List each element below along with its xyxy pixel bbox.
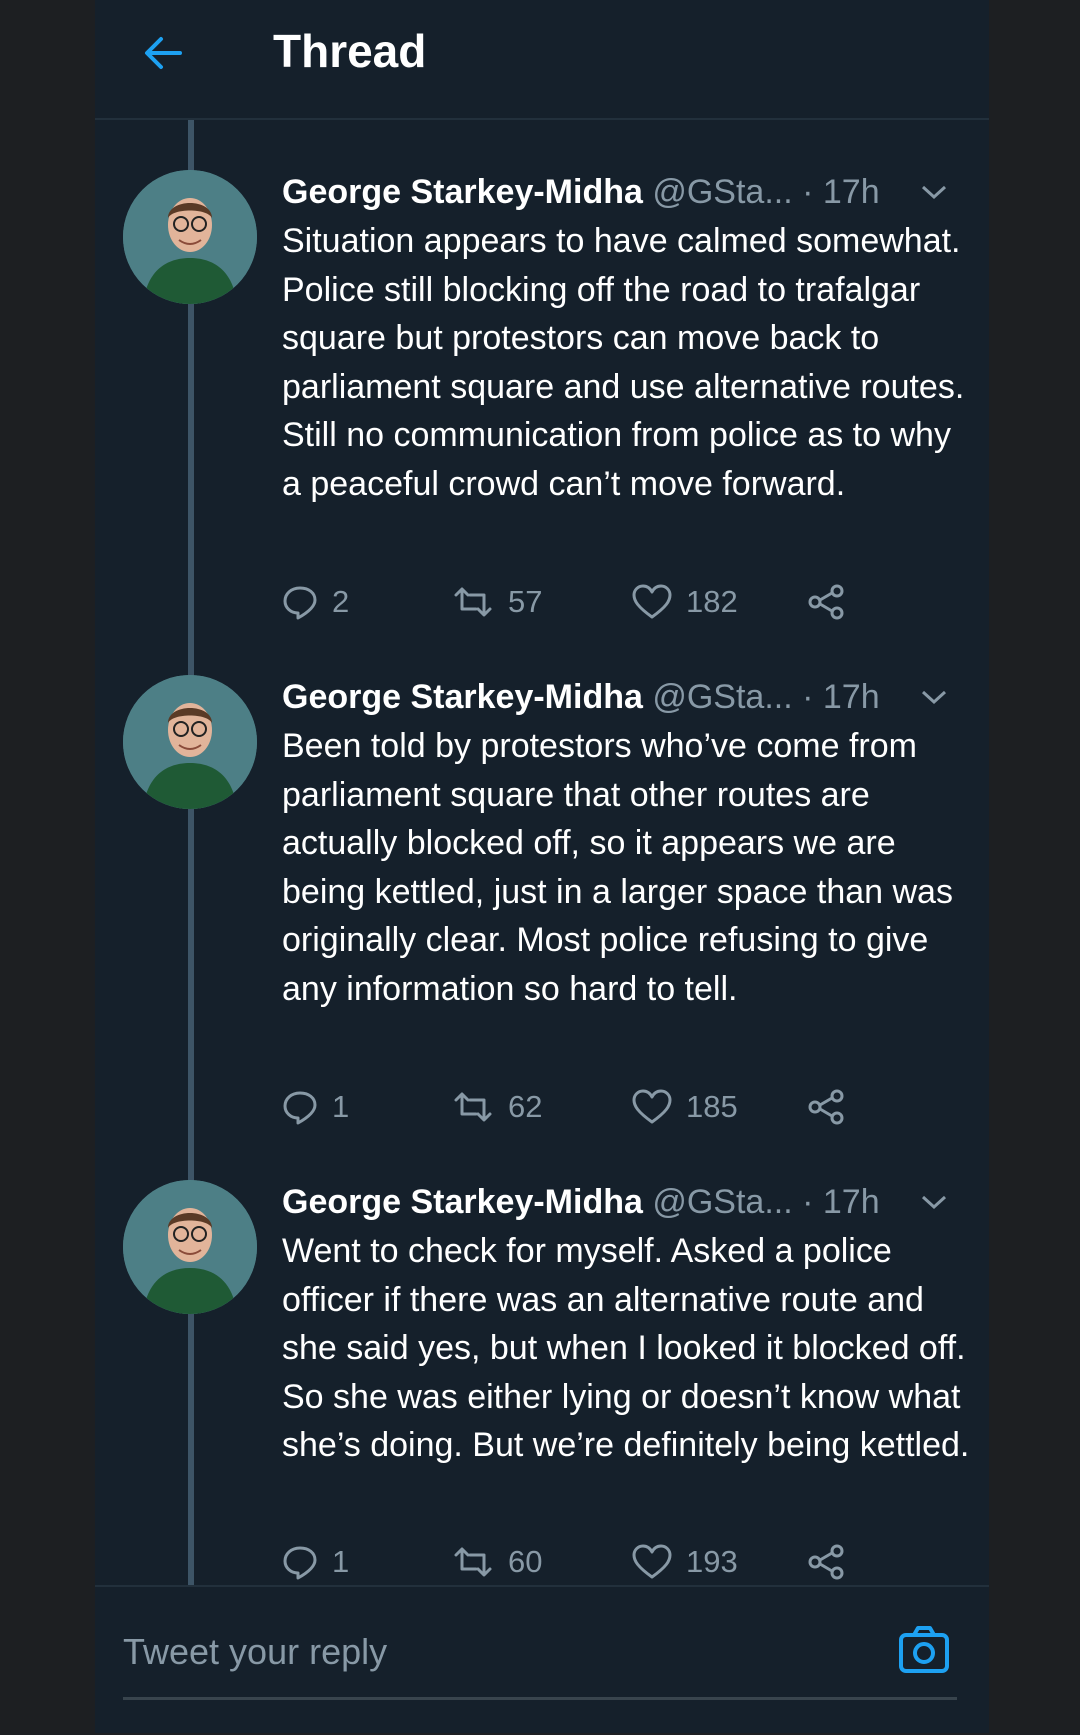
tweet-text: Went to check for myself. Asked a police… <box>282 1232 970 1464</box>
arrow-left-icon[interactable] <box>140 30 186 76</box>
camera-icon[interactable] <box>898 1623 950 1675</box>
share-button[interactable] <box>807 1538 847 1586</box>
page-title: Thread <box>273 25 427 77</box>
reply-icon <box>283 586 317 620</box>
tweet-header: George Starkey-Midha @GSta... · 17h <box>282 675 972 719</box>
tweet-actions: 1 62 185 <box>282 1083 972 1131</box>
share-icon <box>808 584 844 620</box>
reply-underline <box>123 1697 957 1700</box>
share-icon <box>808 1089 844 1125</box>
retweet-count: 57 <box>508 584 543 619</box>
retweet-button[interactable]: 62 <box>452 1083 542 1131</box>
author-handle-time: @GSta... · 17h <box>652 173 880 211</box>
author-name[interactable]: George Starkey-Midha <box>282 1183 643 1221</box>
reply-icon <box>283 1546 317 1580</box>
reply-count: 1 <box>332 1544 350 1579</box>
thread-screen: Thread George Starkey-Midha @GSta... · 1… <box>95 0 989 1733</box>
chevron-down-icon[interactable] <box>920 687 948 707</box>
reply-composer: Tweet your reply <box>95 1585 989 1735</box>
reply-button[interactable]: 1 <box>282 1538 349 1586</box>
author-name[interactable]: George Starkey-Midha <box>282 173 643 211</box>
share-icon <box>808 1544 844 1580</box>
retweet-count: 62 <box>508 1089 543 1124</box>
author-name[interactable]: George Starkey-Midha <box>282 678 643 716</box>
tweet-header: George Starkey-Midha @GSta... · 17h <box>282 170 972 214</box>
avatar[interactable] <box>123 1180 257 1314</box>
avatar[interactable] <box>123 675 257 809</box>
author-handle-time: @GSta... · 17h <box>652 1183 880 1221</box>
avatar[interactable] <box>123 170 257 304</box>
reply-input[interactable]: Tweet your reply <box>123 1631 387 1673</box>
share-button[interactable] <box>807 578 847 626</box>
reply-button[interactable]: 1 <box>282 1083 349 1131</box>
heart-icon <box>632 584 672 619</box>
author-handle-time: @GSta... · 17h <box>652 678 880 716</box>
reply-count: 2 <box>332 584 350 619</box>
top-bar: Thread <box>95 0 989 120</box>
like-button[interactable]: 193 <box>632 1538 738 1586</box>
like-count: 185 <box>686 1089 738 1124</box>
tweet-actions: 2 57 182 <box>282 578 972 626</box>
tweet[interactable]: George Starkey-Midha @GSta... · 17h Situ… <box>95 170 989 650</box>
retweet-button[interactable]: 57 <box>452 578 542 626</box>
chevron-down-icon[interactable] <box>920 1192 948 1212</box>
tweet-text: Situation appears to have calmed somewha… <box>282 222 965 503</box>
tweet-actions: 1 60 193 <box>282 1538 972 1586</box>
reply-button[interactable]: 2 <box>282 578 349 626</box>
reply-icon <box>283 1091 317 1125</box>
tweet[interactable]: George Starkey-Midha @GSta... · 17h Been… <box>95 675 989 1155</box>
share-button[interactable] <box>807 1083 847 1131</box>
like-button[interactable]: 182 <box>632 578 738 626</box>
reply-count: 1 <box>332 1089 350 1124</box>
tweet[interactable]: George Starkey-Midha @GSta... · 17h Went… <box>95 1180 989 1580</box>
retweet-icon <box>454 1547 492 1577</box>
like-count: 182 <box>686 584 738 619</box>
retweet-icon <box>454 587 492 617</box>
retweet-icon <box>454 1092 492 1122</box>
like-count: 193 <box>686 1544 738 1579</box>
tweet-text: Been told by protestors who’ve come from… <box>282 727 953 1008</box>
retweet-count: 60 <box>508 1544 543 1579</box>
heart-icon <box>632 1089 672 1124</box>
chevron-down-icon[interactable] <box>920 182 948 202</box>
retweet-button[interactable]: 60 <box>452 1538 542 1586</box>
like-button[interactable]: 185 <box>632 1083 738 1131</box>
heart-icon <box>632 1544 672 1579</box>
tweet-header: George Starkey-Midha @GSta... · 17h <box>282 1180 972 1224</box>
